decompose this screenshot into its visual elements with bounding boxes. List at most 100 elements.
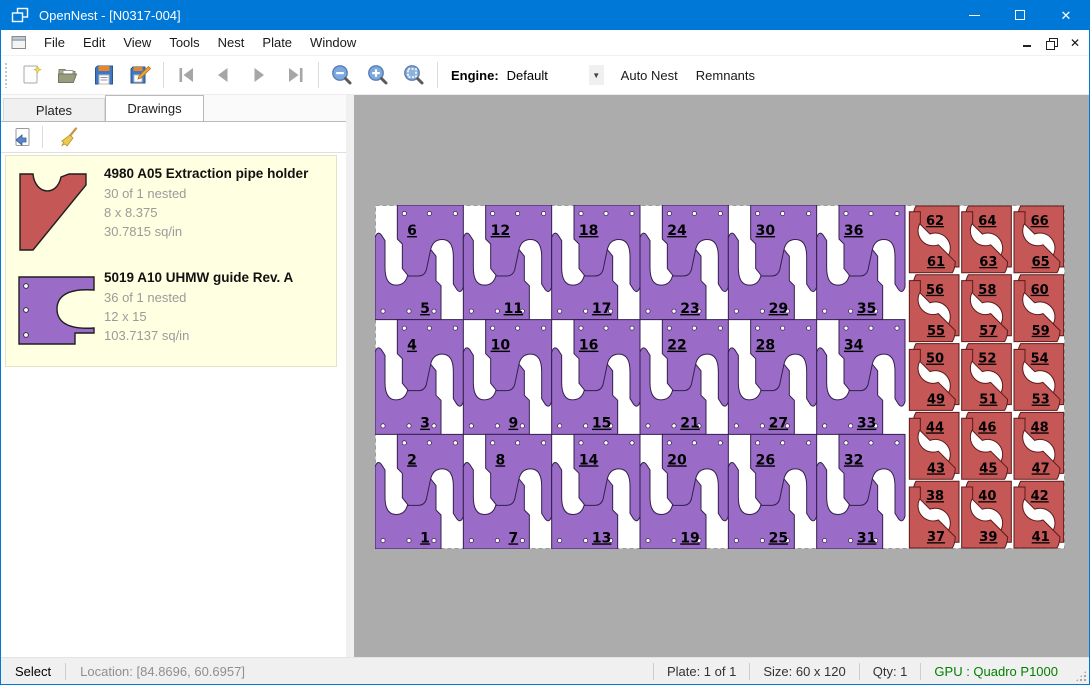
part-number: 25 — [769, 530, 788, 546]
part-thumbnail-purple — [16, 274, 98, 348]
plate[interactable]: 6512111817242330293635431091615222128273… — [375, 205, 1065, 549]
title-bar: OpenNest - [N0317-004] ✕ — [1, 0, 1089, 30]
mdi-restore-button[interactable] — [1043, 35, 1059, 51]
maximize-button[interactable] — [997, 0, 1043, 30]
part-number: 44 — [926, 420, 944, 435]
part-number: 37 — [927, 530, 945, 545]
part-number: 64 — [978, 214, 996, 229]
menu-item-file[interactable]: File — [35, 31, 74, 54]
drawing-title: 4980 A05 Extraction pipe holder — [104, 166, 308, 181]
tab-drawings[interactable]: Drawings — [105, 95, 204, 121]
zoom-fit-icon — [402, 63, 426, 87]
status-bar: Select Location: [84.8696, 60.6957] Plat… — [1, 657, 1089, 684]
app-window: OpenNest - [N0317-004] ✕ FileEditViewToo… — [0, 0, 1090, 685]
zoom-out-button[interactable] — [324, 58, 360, 92]
part-number: 32 — [844, 452, 863, 468]
drawing-item[interactable]: 5019 A10 UHMW guide Rev. A36 of 1 nested… — [6, 264, 336, 356]
engine-label: Engine: — [451, 68, 499, 83]
part-number: 12 — [491, 223, 510, 239]
menu-item-edit[interactable]: Edit — [74, 31, 114, 54]
tab-plates[interactable]: Plates — [3, 98, 105, 121]
part-number: 43 — [927, 461, 945, 476]
zoom-in-button[interactable] — [360, 58, 396, 92]
part-number: 36 — [844, 223, 863, 239]
gpu-indicator: GPU : Quadro P1000 — [921, 664, 1071, 679]
part-number: 39 — [979, 530, 997, 545]
clean-button[interactable] — [54, 123, 84, 151]
part-number: 1 — [420, 530, 430, 546]
new-button[interactable] — [14, 58, 50, 92]
close-icon: ✕ — [1061, 9, 1072, 22]
part-number: 35 — [857, 301, 876, 317]
part-number: 41 — [1032, 530, 1050, 545]
save-button[interactable] — [86, 58, 122, 92]
drawing-size: 8 x 8.375 — [104, 203, 308, 222]
part-number: 42 — [1031, 489, 1049, 504]
menu-item-view[interactable]: View — [114, 31, 160, 54]
part-number: 24 — [667, 223, 687, 239]
menu-item-window[interactable]: Window — [301, 31, 365, 54]
nav-prev-button[interactable] — [205, 58, 241, 92]
nav-last-button[interactable] — [277, 58, 313, 92]
part-number: 10 — [491, 338, 511, 354]
menu-item-tools[interactable]: Tools — [160, 31, 208, 54]
save-as-button[interactable] — [122, 58, 158, 92]
window-title: OpenNest - [N0317-004] — [39, 8, 181, 23]
nav-next-button[interactable] — [241, 58, 277, 92]
part-number: 15 — [592, 416, 611, 432]
drawing-item[interactable]: 4980 A05 Extraction pipe holder30 of 1 n… — [6, 160, 336, 264]
part-number: 4 — [407, 338, 417, 354]
mdi-restore-icon — [1046, 38, 1056, 48]
import-icon — [11, 126, 33, 148]
part-number: 28 — [756, 338, 775, 354]
part-number: 60 — [1031, 283, 1049, 298]
nav-next-icon — [247, 63, 271, 87]
part-number: 3 — [420, 416, 430, 432]
main-toolbar: Engine: Default ▼ Auto Nest Remnants — [1, 56, 1089, 95]
part-number: 58 — [978, 283, 996, 298]
menu-item-nest[interactable]: Nest — [209, 31, 254, 54]
mdi-minimize-button[interactable] — [1019, 35, 1035, 51]
part-number: 40 — [978, 489, 996, 504]
part-number: 14 — [579, 452, 599, 468]
part-number: 48 — [1031, 420, 1049, 435]
part-number: 7 — [508, 530, 518, 546]
engine-dropdown-button[interactable]: ▼ — [589, 65, 604, 85]
menu-bar: FileEditViewToolsNestPlateWindow ✕ — [1, 30, 1089, 56]
app-icon — [11, 7, 29, 23]
close-button[interactable]: ✕ — [1043, 0, 1089, 30]
auto-nest-button[interactable]: Auto Nest — [612, 60, 687, 91]
menu-item-plate[interactable]: Plate — [253, 31, 301, 54]
drawings-list: 4980 A05 Extraction pipe holder30 of 1 n… — [5, 155, 337, 367]
mdi-close-button[interactable]: ✕ — [1067, 35, 1083, 51]
broom-icon — [58, 126, 80, 148]
minimize-button[interactable] — [951, 0, 997, 30]
drawings-panel: 4980 A05 Extraction pipe holder30 of 1 n… — [1, 121, 346, 657]
part-number: 18 — [579, 223, 598, 239]
plate-count: Plate: 1 of 1 — [654, 664, 749, 679]
part-number: 49 — [927, 393, 945, 408]
open-button[interactable] — [50, 58, 86, 92]
part-number: 20 — [667, 452, 687, 468]
side-panel: Plates Drawings 4980 A0 — [1, 95, 346, 657]
part-number: 17 — [592, 301, 611, 317]
drawing-size: 12 x 15 — [104, 307, 293, 326]
toolbar-separator — [163, 62, 164, 88]
part-number: 11 — [504, 301, 523, 317]
panel-splitter[interactable] — [346, 95, 354, 657]
drawing-title: 5019 A10 UHMW guide Rev. A — [104, 270, 293, 285]
remnants-button[interactable]: Remnants — [687, 60, 764, 91]
toolbar-separator — [318, 62, 319, 88]
part-number: 30 — [756, 223, 776, 239]
minimize-icon — [969, 15, 980, 16]
import-drawing-button[interactable] — [7, 123, 37, 151]
part-number: 6 — [407, 223, 417, 239]
zoom-fit-button[interactable] — [396, 58, 432, 92]
nest-canvas[interactable]: 6512111817242330293635431091615222128273… — [354, 95, 1089, 657]
engine-combo[interactable]: Default — [505, 65, 589, 86]
resize-grip[interactable] — [1075, 670, 1087, 682]
toolbar-grip[interactable] — [4, 62, 8, 88]
part-number: 13 — [592, 530, 611, 546]
part-number: 27 — [769, 416, 788, 432]
nav-first-button[interactable] — [169, 58, 205, 92]
